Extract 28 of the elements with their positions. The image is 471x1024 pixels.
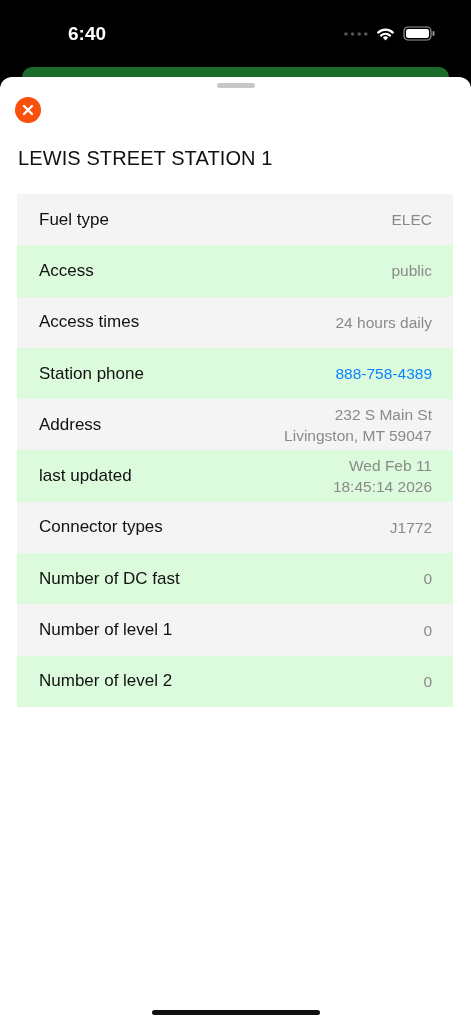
row-value: ELEC <box>391 210 432 231</box>
row-label: Number of DC fast <box>39 568 180 589</box>
wifi-icon <box>376 26 395 41</box>
row-label: Access times <box>39 312 140 333</box>
drag-handle[interactable] <box>216 83 255 88</box>
signal-icon <box>344 31 368 36</box>
row-label: Address <box>39 414 102 435</box>
row-value: 0 <box>423 671 432 692</box>
status-time: 6:40 <box>68 22 107 45</box>
row-label: last updated <box>39 466 132 487</box>
station-title: LEWIS STREET STATION 1 <box>18 147 274 170</box>
close-icon <box>22 104 34 116</box>
row-label: Connector types <box>39 517 163 538</box>
close-button[interactable] <box>15 97 41 123</box>
row-label: Station phone <box>39 363 144 384</box>
row-value: 24 hours daily <box>335 312 432 333</box>
row-value: Wed Feb 11 18:45:14 2026 <box>332 456 432 498</box>
row-label: Number of level 1 <box>39 620 173 640</box>
row-value: 0 <box>423 569 432 590</box>
row-value: public <box>391 261 432 282</box>
row-value: 0 <box>423 620 432 641</box>
phone-link[interactable]: 888-758-4389 <box>335 363 432 385</box>
battery-icon <box>403 26 435 41</box>
row-label: Access <box>39 260 94 281</box>
row-label: Fuel type <box>39 209 109 230</box>
row-value: 232 S Main St Livingston, MT 59047 <box>284 404 432 446</box>
row-label: Number of level 2 <box>39 671 173 692</box>
row-value: J1772 <box>389 517 432 538</box>
